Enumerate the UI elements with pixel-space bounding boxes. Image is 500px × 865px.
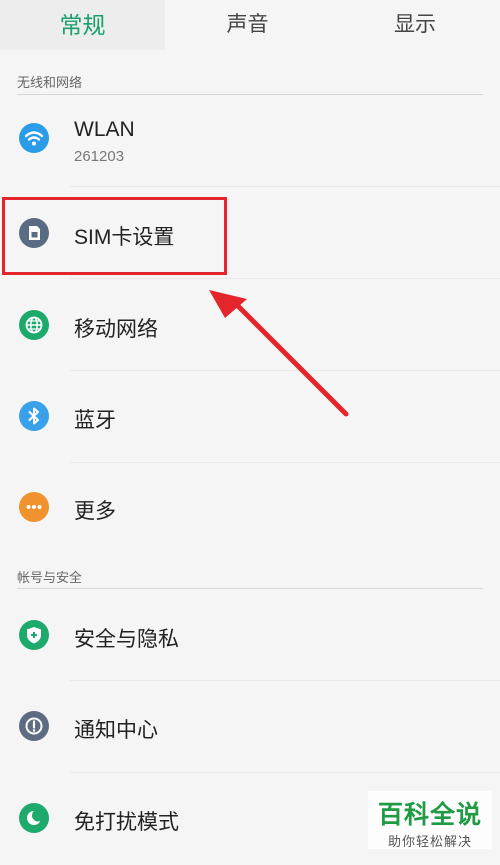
annotation-arrow bbox=[209, 290, 349, 417]
watermark-title: 百科全说 bbox=[377, 801, 482, 829]
watermark-subtitle: 助你轻松解决 bbox=[387, 834, 472, 849]
watermark-logo: 百科全说 助你轻松解决 bbox=[368, 791, 492, 849]
